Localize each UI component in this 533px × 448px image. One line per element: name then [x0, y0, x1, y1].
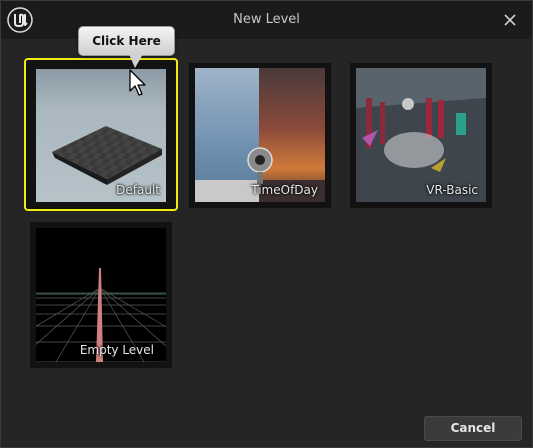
- template-label-vr-basic: VR-Basic: [426, 183, 478, 197]
- template-label-default: Default: [116, 183, 160, 197]
- mouse-cursor-icon: [129, 69, 146, 96]
- click-here-tooltip: Click Here: [78, 26, 175, 56]
- template-thumbnail-timeofday: TimeOfDay: [195, 68, 325, 202]
- tooltip-pointer: [129, 54, 143, 68]
- dialog-title: New Level: [233, 12, 300, 27]
- cancel-button[interactable]: Cancel: [424, 416, 522, 441]
- template-label-timeofday: TimeOfDay: [251, 183, 318, 197]
- new-level-dialog: New Level Default TimeOfDay VR-Basic Emp…: [0, 0, 533, 448]
- template-tile-default[interactable]: Default: [24, 58, 178, 211]
- template-tile-empty-level[interactable]: Empty Level: [30, 222, 172, 368]
- template-tile-timeofday[interactable]: TimeOfDay: [189, 63, 331, 208]
- template-thumbnail-empty-level: Empty Level: [36, 228, 166, 362]
- template-label-empty-level: Empty Level: [79, 343, 154, 357]
- close-icon[interactable]: [502, 12, 518, 28]
- template-tile-vr-basic[interactable]: VR-Basic: [350, 63, 492, 208]
- template-thumbnail-vr-basic: VR-Basic: [356, 68, 486, 202]
